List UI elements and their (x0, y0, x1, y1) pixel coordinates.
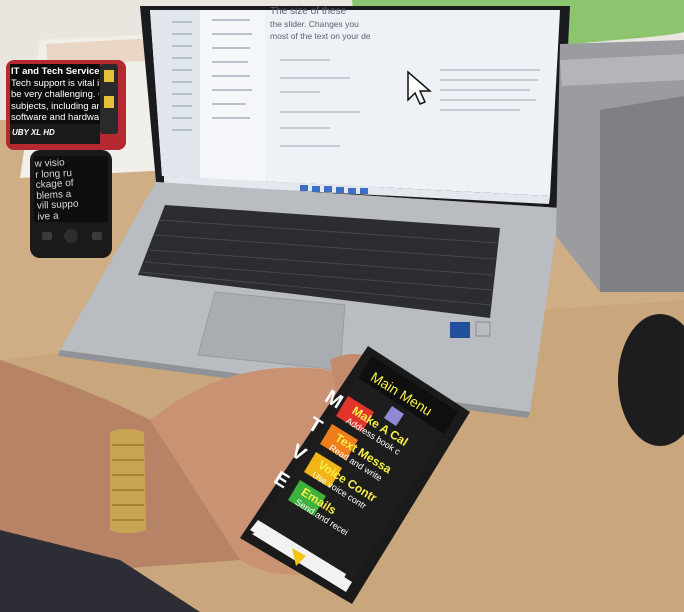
laptop-line: most of the text on your de (270, 31, 370, 41)
magnifier-brand: UBY XL HD (12, 128, 55, 137)
left-phone-text: w visio r long ru ckage of blems a vill … (34, 156, 107, 221)
magnifier-text: IT and Tech Service Tech support is vita… (11, 66, 99, 124)
photo-scene: IT and Tech Service Tech support is vita… (0, 0, 684, 612)
magnifier-line: Tech support is vital in c (11, 77, 99, 89)
menu-letter: E (270, 467, 294, 494)
menu-letter: M (320, 385, 347, 414)
magnifier-line: subjects, including an i (11, 100, 99, 112)
magnifier-line: software and hardware (11, 112, 99, 123)
magnifier-line: be very challenging. Ou (11, 89, 99, 100)
printer (556, 40, 684, 292)
laptop-line: the slider. Changes you (270, 19, 359, 29)
laptop-screen-text: The size of these the slider. Changes yo… (270, 6, 370, 42)
laptop-line: The size of these (270, 6, 347, 17)
magnifier-line: IT and Tech Service (11, 66, 99, 77)
menu-letter: V (286, 440, 310, 466)
menu-letter: T (303, 413, 326, 439)
intel-sticker (450, 322, 470, 338)
